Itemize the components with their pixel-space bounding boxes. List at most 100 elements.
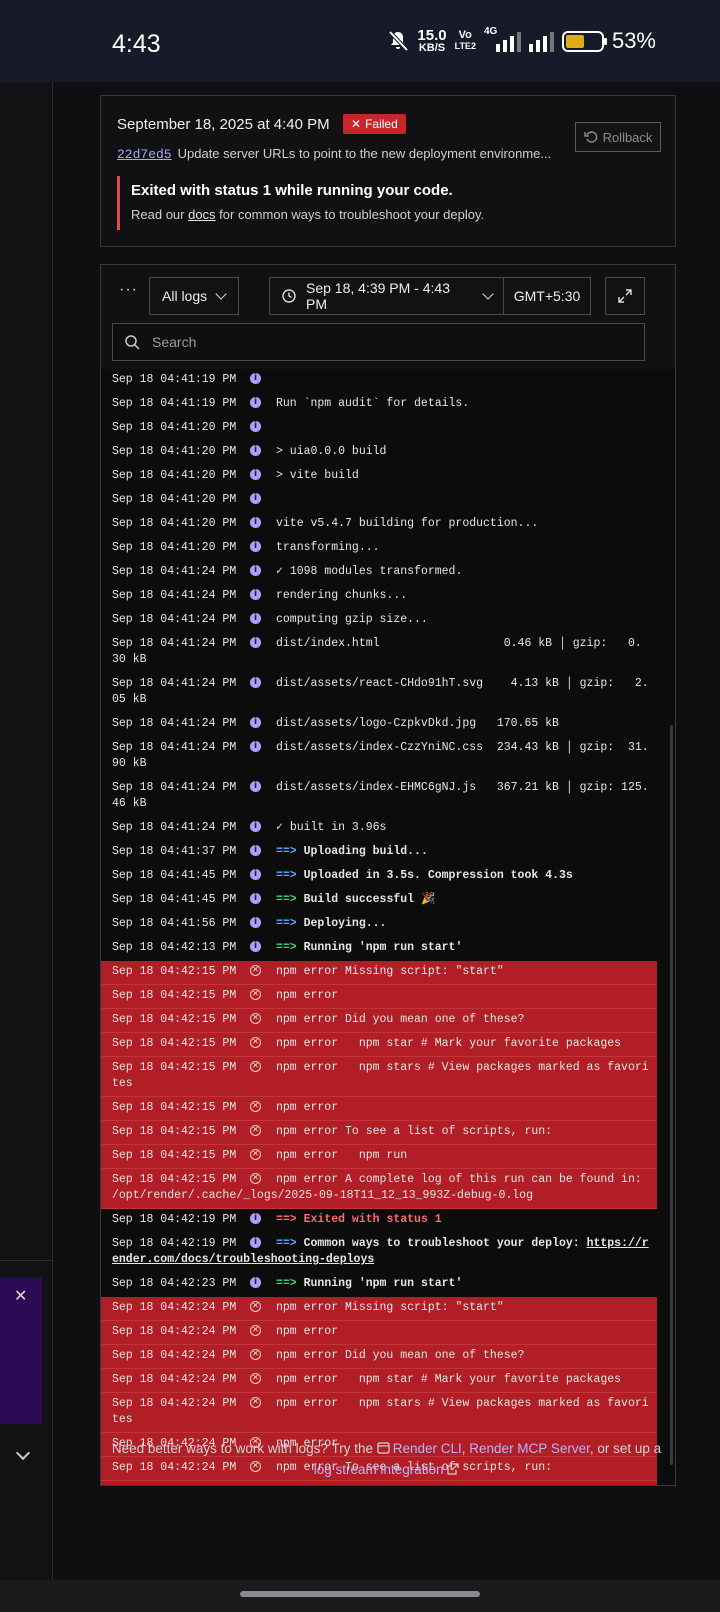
- sidebar-divider: [0, 1260, 53, 1261]
- log-text-wrap: 90 kB: [112, 757, 147, 770]
- alert-text: Read our docs for common ways to trouble…: [131, 207, 485, 222]
- error-icon: ✕: [250, 1013, 261, 1024]
- log-row[interactable]: Sep 18 04:41:37 PM i ==> Uploading build..…: [101, 841, 657, 865]
- log-row[interactable]: Sep 18 04:41:24 PM i dist/index.html 0.46 …: [101, 633, 657, 673]
- log-text: Running 'npm run start': [303, 1277, 463, 1290]
- commit-hash-link[interactable]: 22d7ed5: [117, 147, 172, 162]
- log-row-error[interactable]: Sep 18 04:42:15 PM ✕ npm error To see a li…: [101, 1121, 657, 1145]
- log-row[interactable]: Sep 18 04:41:24 PM i rendering chunks...: [101, 585, 657, 609]
- log-message: npm error npm star # Mark your favorite …: [276, 1372, 657, 1388]
- log-message: dist/assets/index-CzzYniNC.css 234.43 kB…: [112, 740, 657, 772]
- log-row[interactable]: Sep 18 04:41:19 PM i: [101, 369, 657, 393]
- more-options-button[interactable]: ···: [119, 281, 138, 299]
- log-level: i: [246, 612, 276, 628]
- log-timestamp: Sep 18 04:42:15 PM: [112, 989, 237, 1002]
- clock: 4:43: [112, 30, 161, 58]
- log-row[interactable]: Sep 18 04:41:24 PM i dist/assets/logo-Czpk…: [101, 713, 657, 737]
- log-message: npm error: [276, 1100, 657, 1116]
- rollback-button[interactable]: Rollback: [575, 122, 661, 152]
- log-timestamp: Sep 18 04:42:19 PM: [112, 1213, 237, 1226]
- log-text: npm error Did you mean one of these?: [276, 1349, 525, 1362]
- error-icon: ✕: [250, 1325, 261, 1336]
- log-row[interactable]: Sep 18 04:41:24 PM i computing gzip size..…: [101, 609, 657, 633]
- info-icon: i: [250, 1213, 261, 1224]
- signal-2-icon: [528, 30, 554, 52]
- log-message: dist/index.html 0.46 kB │ gzip: 0. 30 kB: [112, 636, 657, 668]
- log-row[interactable]: Sep 18 04:42:19 PM i ==> Exited with statu…: [101, 1209, 657, 1233]
- time-range-picker[interactable]: Sep 18, 4:39 PM - 4:43 PM: [269, 277, 505, 315]
- info-icon: i: [250, 613, 261, 624]
- log-row-error[interactable]: Sep 18 04:42:15 PM ✕ npm error Missing scr…: [101, 961, 657, 985]
- log-text-wrap: tes: [112, 1077, 133, 1090]
- info-icon: i: [250, 717, 261, 728]
- log-row-error[interactable]: Sep 18 04:42:24 PM ✕ npm error Missing scr…: [101, 1297, 657, 1321]
- timezone-selector[interactable]: GMT+5:30: [503, 277, 591, 315]
- log-row-error[interactable]: Sep 18 04:42:15 PM ✕ npm error npm run: [101, 1145, 657, 1169]
- fullscreen-button[interactable]: [605, 277, 645, 315]
- log-row-error[interactable]: Sep 18 04:42:24 PM ✕ npm error npm stars #…: [101, 1393, 657, 1433]
- search-input[interactable]: [152, 334, 612, 350]
- chevron-down-icon[interactable]: [15, 1445, 31, 1461]
- error-icon: ✕: [250, 1173, 261, 1184]
- home-indicator[interactable]: [240, 1591, 480, 1597]
- log-text-wrap: tes: [112, 1413, 133, 1426]
- render-mcp-link[interactable]: Render MCP Server: [469, 1441, 590, 1456]
- log-text: Run `npm audit` for details.: [276, 397, 470, 410]
- log-text: npm error: [276, 1101, 339, 1114]
- log-row[interactable]: Sep 18 04:41:20 PM i: [101, 417, 657, 441]
- log-message: ==> Exited with status 1: [276, 1212, 657, 1228]
- log-row-error[interactable]: Sep 18 04:42:15 PM ✕ npm error: [101, 985, 657, 1009]
- close-icon[interactable]: ✕: [14, 1286, 27, 1306]
- log-row[interactable]: Sep 18 04:41:24 PM i ✓ built in 3.96s: [101, 817, 657, 841]
- log-row-error[interactable]: Sep 18 04:42:15 PM ✕ npm error: [101, 1097, 657, 1121]
- log-row[interactable]: Sep 18 04:41:56 PM i ==> Deploying...: [101, 913, 657, 937]
- log-message: ==> Running 'npm run start': [276, 940, 657, 956]
- log-message: [276, 492, 657, 508]
- log-timestamp: Sep 18 04:41:20 PM: [112, 541, 237, 554]
- log-timestamp: Sep 18 04:42:24 PM: [112, 1325, 237, 1338]
- log-row-error[interactable]: Sep 18 04:42:24 PM ✕ npm error: [101, 1321, 657, 1345]
- commit-line: 22d7ed5 Update server URLs to point to th…: [117, 146, 557, 162]
- log-row[interactable]: Sep 18 04:41:20 PM i vite v5.4.7 building …: [101, 513, 657, 537]
- log-row[interactable]: Sep 18 04:41:24 PM i ✓ 1098 modules transf…: [101, 561, 657, 585]
- info-icon: i: [250, 421, 261, 432]
- log-row-error[interactable]: Sep 18 04:42:15 PM ✕ npm error npm star # …: [101, 1033, 657, 1057]
- log-row-error[interactable]: Sep 18 04:42:24 PM ✕ npm error Did you mea…: [101, 1345, 657, 1369]
- error-icon: ✕: [250, 965, 261, 976]
- log-message: npm error npm run: [276, 1484, 657, 1485]
- log-text: npm error Missing script: "start": [276, 1301, 504, 1314]
- scrollbar[interactable]: [670, 725, 673, 1465]
- log-text: npm error npm run: [276, 1149, 408, 1162]
- log-row[interactable]: Sep 18 04:41:20 PM i > uia0.0.0 build: [101, 441, 657, 465]
- log-row-error[interactable]: Sep 18 04:42:15 PM ✕ npm error npm stars #…: [101, 1057, 657, 1097]
- log-row[interactable]: Sep 18 04:41:20 PM i > vite build: [101, 465, 657, 489]
- log-type-dropdown[interactable]: All logs: [149, 277, 239, 315]
- log-row[interactable]: Sep 18 04:42:13 PM i ==> Running 'npm run …: [101, 937, 657, 961]
- search-field[interactable]: [112, 323, 645, 361]
- log-row[interactable]: Sep 18 04:41:45 PM i ==> Uploaded in 3.5s.…: [101, 865, 657, 889]
- info-icon: i: [250, 517, 261, 528]
- docs-link[interactable]: docs: [188, 207, 215, 222]
- log-row-error[interactable]: Sep 18 04:42:15 PM ✕ npm error A complete …: [101, 1169, 657, 1209]
- log-row[interactable]: Sep 18 04:41:19 PM i Run `npm audit` for d…: [101, 393, 657, 417]
- log-text: npm error npm star # Mark your favorite …: [276, 1037, 622, 1050]
- troubleshoot-link[interactable]: https://r: [587, 1237, 649, 1250]
- log-text: ✓ 1098 modules transformed.: [276, 565, 463, 578]
- log-row[interactable]: Sep 18 04:41:20 PM i: [101, 489, 657, 513]
- log-row-error[interactable]: Sep 18 04:42:24 PM ✕ npm error npm run: [101, 1481, 657, 1485]
- info-icon: i: [250, 845, 261, 856]
- render-cli-link[interactable]: Render CLI: [377, 1441, 462, 1456]
- log-row[interactable]: Sep 18 04:42:23 PM i ==> Running 'npm run …: [101, 1273, 657, 1297]
- info-icon: i: [250, 677, 261, 688]
- log-row[interactable]: Sep 18 04:41:45 PM i ==> Build successful …: [101, 889, 657, 913]
- log-row[interactable]: Sep 18 04:41:24 PM i dist/assets/react-CHd…: [101, 673, 657, 713]
- troubleshoot-link-wrap[interactable]: ender.com/docs/troubleshooting-deploys: [112, 1252, 657, 1268]
- log-row-error[interactable]: Sep 18 04:42:15 PM ✕ npm error Did you mea…: [101, 1009, 657, 1033]
- log-row[interactable]: Sep 18 04:41:20 PM i transforming...: [101, 537, 657, 561]
- log-row[interactable]: Sep 18 04:41:24 PM i dist/assets/index-EHM…: [101, 777, 657, 817]
- log-timestamp: Sep 18 04:41:19 PM: [112, 373, 237, 386]
- log-row[interactable]: Sep 18 04:41:24 PM i dist/assets/index-Czz…: [101, 737, 657, 777]
- log-row-error[interactable]: Sep 18 04:42:24 PM ✕ npm error npm star # …: [101, 1369, 657, 1393]
- log-stream-link[interactable]: log stream integration: [314, 1462, 460, 1477]
- log-row[interactable]: Sep 18 04:42:19 PM i ==> Common ways to tr…: [101, 1233, 657, 1273]
